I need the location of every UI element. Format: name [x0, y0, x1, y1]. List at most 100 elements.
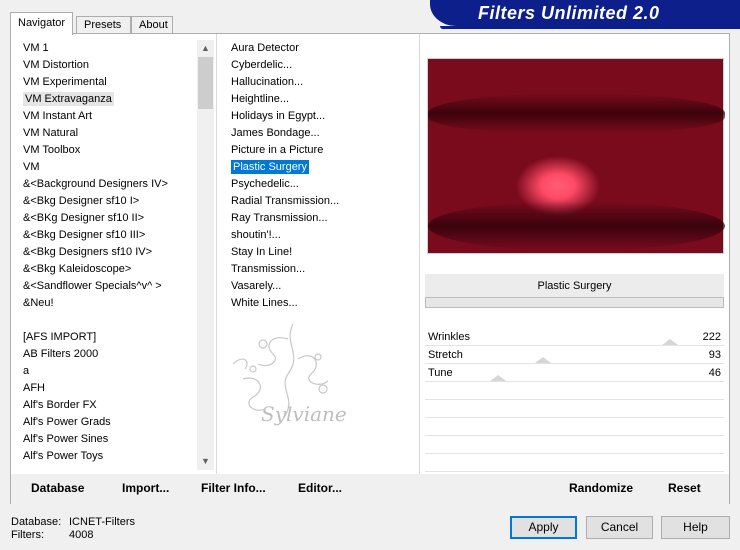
filter-item[interactable]: shoutin'!... — [223, 227, 418, 244]
category-item[interactable]: VM Natural — [11, 125, 197, 142]
title-banner: Filters Unlimited 2.0 — [430, 0, 740, 29]
slider-tune[interactable]: Tune 46 — [425, 364, 724, 382]
category-item[interactable]: [AFS IMPORT] — [11, 329, 197, 346]
filter-item[interactable]: Plastic Surgery — [223, 159, 418, 176]
editor-button[interactable]: Editor... — [298, 481, 342, 495]
help-button[interactable]: Help — [661, 516, 730, 539]
category-item[interactable]: AFH — [11, 380, 197, 397]
filter-item[interactable]: Radial Transmission... — [223, 193, 418, 210]
category-item[interactable]: &<BKg Designer sf10 II> — [11, 210, 197, 227]
tab-about[interactable]: About — [131, 16, 173, 34]
filters-count-value: 4008 — [69, 529, 94, 541]
filter-item[interactable]: Picture in a Picture — [223, 142, 418, 159]
category-item[interactable]: &Neu! — [11, 295, 197, 312]
category-item-label: Alf's Power Sines — [23, 433, 109, 445]
slider-value: 93 — [708, 349, 721, 361]
category-item[interactable]: &<Bkg Designer sf10 III> — [11, 227, 197, 244]
category-item-label: &<Bkg Designer sf10 III> — [23, 229, 146, 241]
category-item[interactable]: Alf's Border FX — [11, 397, 197, 414]
category-item-label: VM Natural — [23, 127, 79, 139]
category-item-label: Alf's Power Toys — [23, 450, 104, 462]
cancel-button[interactable]: Cancel — [586, 516, 653, 539]
category-item-label: VM Instant Art — [23, 110, 93, 122]
category-item[interactable]: VM Extravaganza — [11, 91, 197, 108]
category-item[interactable]: Alf's Power Grads — [11, 414, 197, 431]
import-button[interactable]: Import... — [122, 481, 169, 495]
filters-count-label: Filters: — [11, 529, 44, 541]
category-item-label: VM Distortion — [23, 59, 90, 71]
category-item[interactable]: AB Filters 2000 — [11, 346, 197, 363]
empty-slider-slot — [425, 454, 724, 472]
category-item[interactable]: a — [11, 363, 197, 380]
database-label: Database: — [11, 516, 62, 528]
category-item-label: &<Sandflower Specials^v^ > — [23, 280, 162, 292]
category-item[interactable]: &<Background Designers IV> — [11, 176, 197, 193]
category-item-label: VM — [23, 161, 40, 173]
category-item[interactable]: VM Experimental — [11, 74, 197, 91]
filter-item-label: Hallucination... — [231, 76, 304, 88]
slider-thumb-icon[interactable] — [662, 339, 678, 345]
filter-item-label: Psychedelic... — [231, 178, 299, 190]
filter-item[interactable]: Vasarely... — [223, 278, 418, 295]
category-item[interactable]: Alf's Power Sines — [11, 431, 197, 448]
filter-item[interactable]: Transmission... — [223, 261, 418, 278]
category-list[interactable]: VM 1 VM Distortion VM Experimental VM Extra… — [11, 40, 197, 472]
category-item[interactable]: &<Bkg Designers sf10 IV> — [11, 244, 197, 261]
category-item-label: VM 1 — [23, 42, 49, 54]
filter-item[interactable]: James Bondage... — [223, 125, 418, 142]
filter-item[interactable]: Holidays in Egypt... — [223, 108, 418, 125]
category-item[interactable]: VM Toolbox — [11, 142, 197, 159]
reset-button[interactable]: Reset — [668, 481, 701, 495]
empty-slider-slot — [425, 436, 724, 454]
filter-info-button[interactable]: Filter Info... — [201, 481, 266, 495]
filter-item[interactable]: Stay In Line! — [223, 244, 418, 261]
filter-item[interactable]: Cyberdelic... — [223, 57, 418, 74]
filter-item-label: White Lines... — [231, 297, 298, 309]
apply-button[interactable]: Apply — [510, 516, 577, 539]
category-item-label: &<Bkg Kaleidoscope> — [23, 263, 132, 275]
category-item[interactable]: &<Bkg Designer sf10 I> — [11, 193, 197, 210]
category-item-label: &<BKg Designer sf10 II> — [23, 212, 145, 224]
category-item-label: &<Bkg Designer sf10 I> — [23, 195, 140, 207]
category-item[interactable]: VM 1 — [11, 40, 197, 57]
category-item[interactable]: VM — [11, 159, 197, 176]
filter-item[interactable]: Hallucination... — [223, 74, 418, 91]
slider-thumb-icon[interactable] — [535, 357, 551, 363]
category-item-label: AFH — [23, 382, 45, 394]
filter-item-label: Picture in a Picture — [231, 144, 324, 156]
filter-item[interactable]: Psychedelic... — [223, 176, 418, 193]
category-scrollbar[interactable]: ▲ ▼ — [197, 40, 214, 470]
slider-stretch[interactable]: Stretch 93 — [425, 346, 724, 364]
empty-slider-slot — [425, 400, 724, 418]
scroll-down-arrow-icon[interactable]: ▼ — [197, 453, 214, 470]
slider-thumb-icon[interactable] — [490, 375, 506, 381]
category-item-label: VM Experimental — [23, 76, 107, 88]
category-item[interactable]: VM Distortion — [11, 57, 197, 74]
list-divider — [216, 34, 217, 474]
filter-item[interactable]: White Lines... — [223, 295, 418, 312]
randomize-button[interactable]: Randomize — [569, 481, 633, 495]
slider-wrinkles[interactable]: Wrinkles 222 — [425, 328, 724, 346]
category-item[interactable]: Alf's Power Toys — [11, 448, 197, 465]
filter-item[interactable]: Aura Detector — [223, 40, 418, 57]
filter-item[interactable]: Ray Transmission... — [223, 210, 418, 227]
category-item[interactable] — [11, 312, 197, 329]
app-title: Filters Unlimited 2.0 — [478, 3, 660, 23]
category-item[interactable]: &<Bkg Kaleidoscope> — [11, 261, 197, 278]
active-filter-name: Plastic Surgery — [425, 274, 724, 298]
sylviane-watermark: Sylviane — [232, 323, 347, 426]
filter-item[interactable]: Heightline... — [223, 91, 418, 108]
database-value: ICNET-Filters — [69, 516, 135, 528]
tab-navigator[interactable]: Navigator — [10, 12, 73, 35]
category-item[interactable]: &<Sandflower Specials^v^ > — [11, 278, 197, 295]
category-item-label: [AFS IMPORT] — [23, 331, 97, 343]
filter-item-label: Ray Transmission... — [231, 212, 328, 224]
category-item[interactable]: VM Instant Art — [11, 108, 197, 125]
filter-item-label: Vasarely... — [231, 280, 282, 292]
tab-presets[interactable]: Presets — [76, 16, 131, 34]
empty-slider-slot — [425, 382, 724, 400]
database-button[interactable]: Database — [31, 481, 84, 495]
scroll-up-arrow-icon[interactable]: ▲ — [197, 40, 214, 57]
scroll-thumb[interactable] — [198, 57, 213, 109]
navigator-panel: VM 1 VM Distortion VM Experimental VM Extra… — [10, 33, 730, 504]
